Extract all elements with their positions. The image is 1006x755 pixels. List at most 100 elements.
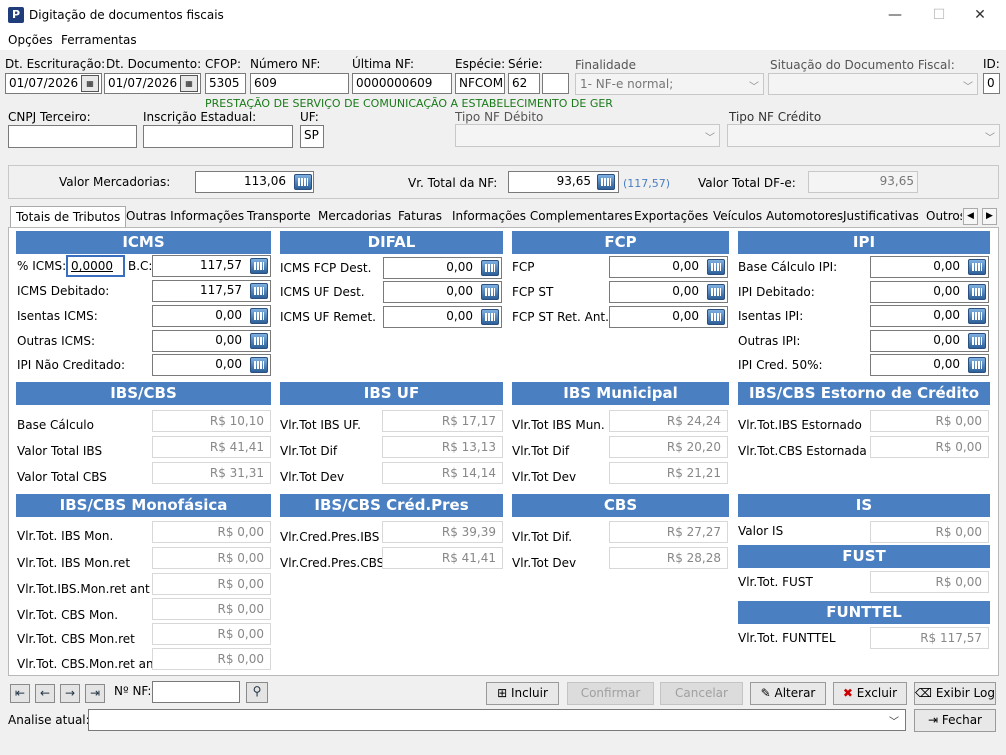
inscricao-estadual-label: Inscrição Estadual: (143, 110, 257, 124)
tab-exportacoes[interactable]: Exportações (634, 206, 708, 228)
icms-header: ICMS (16, 231, 271, 254)
id-input[interactable]: 0 (983, 73, 1000, 94)
ibscbs-header: IBS/CBS (16, 382, 271, 405)
pct-icms-input[interactable]: 0,0000 (66, 255, 125, 277)
ibscbs-row-1-label: Valor Total IBS (17, 444, 103, 458)
numero-nf-input[interactable]: 609 (250, 73, 349, 94)
incluir-button[interactable]: ⊞ Incluir (486, 682, 559, 705)
exibir-log-button[interactable]: ⌫ Exibir Log (914, 682, 996, 705)
mono-value: R$ 0,00 (152, 521, 271, 543)
calculator-icon[interactable] (250, 308, 268, 324)
calculator-icon[interactable] (968, 259, 986, 275)
mono-header: IBS/CBS Monofásica (16, 494, 271, 517)
tab-scroll-left-icon[interactable]: ◀ (963, 208, 978, 225)
tipo-nf-debito-select[interactable]: ﹀ (455, 124, 720, 147)
ibscbs-value: R$ 10,10 (152, 410, 271, 432)
menu-opcoes[interactable]: Opções (8, 33, 53, 47)
previous-record-icon[interactable]: ← (35, 684, 55, 703)
calculator-icon[interactable] (481, 260, 499, 276)
calculator-icon[interactable] (250, 357, 268, 373)
ibscbs-value: R$ 41,41 (152, 436, 271, 458)
tab-scroll-right-icon[interactable]: ▶ (982, 208, 997, 225)
ultima-nf-input[interactable]: 0000000609 (352, 73, 452, 94)
analise-select[interactable]: ﹀ (88, 709, 906, 731)
calculator-icon[interactable] (707, 284, 725, 300)
tab-outros[interactable]: Outros (926, 206, 962, 228)
vr-total-nf-hint: (117,57) (623, 177, 671, 190)
last-record-icon[interactable]: ⇥ (85, 684, 105, 703)
first-record-icon[interactable]: ⇤ (10, 684, 30, 703)
tab-justificativas[interactable]: Justificativas (843, 206, 919, 228)
situacao-select[interactable]: ﹀ (768, 73, 978, 95)
calculator-icon[interactable] (707, 259, 725, 275)
fechar-button[interactable]: ⇥ Fechar (914, 709, 996, 732)
funttel-value: R$ 117,57 (870, 627, 989, 649)
calendar-icon[interactable]: ▦ (180, 75, 198, 92)
serie-input[interactable]: 62 (508, 73, 540, 94)
confirmar-button[interactable]: Confirmar (567, 682, 654, 705)
calculator-icon[interactable] (968, 357, 986, 373)
alterar-button[interactable]: ✎ Alterar (750, 682, 826, 705)
inscricao-estadual-input[interactable] (143, 125, 293, 148)
calculator-icon[interactable] (250, 283, 268, 299)
tab-veiculos-automotores[interactable]: Veículos Automotores (713, 206, 843, 228)
tab-totais-de-tributos[interactable]: Totais de Tributos (10, 206, 127, 228)
tab-informacoes-complementares[interactable]: Informações Complementares (452, 206, 633, 228)
numero-nf-label: Número NF: (250, 57, 321, 71)
chevron-down-icon: ﹀ (963, 82, 973, 93)
especie-input[interactable]: NFCOM (455, 73, 505, 94)
uf-input[interactable]: SP (300, 125, 324, 148)
valor-total-dfe-label: Valor Total DF-e: (698, 176, 796, 190)
is-header: IS (738, 494, 990, 517)
cnpj-terceiro-label: CNPJ Terceiro: (8, 110, 91, 124)
calculator-icon[interactable] (597, 174, 615, 190)
ipi-row-4-label: IPI Cred. 50%: (738, 358, 823, 372)
calculator-icon[interactable] (250, 333, 268, 349)
ibsuf-value: R$ 13,13 (382, 436, 503, 458)
tipo-nf-credito-select[interactable]: ﹀ (727, 124, 1000, 147)
serie-extra-input[interactable] (542, 73, 569, 94)
analise-label: Analise atual: (8, 713, 90, 727)
calculator-icon[interactable] (968, 333, 986, 349)
difal-header: DIFAL (280, 231, 503, 254)
ipi-row-2-label: Isentas IPI: (738, 309, 804, 323)
cfop-input[interactable]: 5305 (205, 73, 246, 94)
maximize-button[interactable]: ☐ (929, 5, 949, 25)
tab-mercadorias[interactable]: Mercadorias (318, 206, 391, 228)
ibsuf-row-2-label: Vlr.Tot Dev (280, 470, 345, 484)
calculator-icon[interactable] (707, 309, 725, 325)
tab-faturas[interactable]: Faturas (398, 206, 442, 228)
chevron-down-icon: ﹀ (889, 717, 899, 728)
finalidade-select[interactable]: 1- NF-e normal; ﹀ (575, 73, 764, 95)
ibsmun-row-0-label: Vlr.Tot IBS Mun. (512, 418, 605, 432)
minimize-button[interactable]: — (885, 5, 905, 25)
ibsmun-value: R$ 20,20 (609, 436, 728, 458)
excluir-button[interactable]: ✖ Excluir (833, 682, 907, 705)
ibsuf-value: R$ 14,14 (382, 462, 503, 484)
calculator-icon[interactable] (968, 284, 986, 300)
tab-outras-informacoes[interactable]: Outras Informações (126, 206, 244, 228)
calculator-icon[interactable] (968, 308, 986, 324)
cbs-value: R$ 27,27 (609, 521, 728, 543)
calculator-icon[interactable] (250, 258, 268, 274)
cnpj-terceiro-input[interactable] (8, 125, 137, 148)
cancelar-button[interactable]: Cancelar (660, 682, 743, 705)
menu-ferramentas[interactable]: Ferramentas (61, 33, 137, 47)
mono-row-5-label: Vlr.Tot. CBS.Mon.ret ant (17, 657, 159, 671)
delete-icon: ✖ (842, 686, 857, 700)
valor-mercadorias-label: Valor Mercadorias: (59, 175, 171, 189)
ibsmun-value: R$ 21,21 (609, 462, 728, 484)
calculator-icon[interactable] (481, 309, 499, 325)
next-record-icon[interactable]: → (60, 684, 80, 703)
calendar-icon[interactable]: ▦ (81, 75, 99, 92)
calculator-icon[interactable] (481, 284, 499, 300)
calculator-icon[interactable] (294, 174, 312, 190)
close-button[interactable]: ✕ (970, 5, 990, 25)
tab-transporte[interactable]: Transporte (247, 206, 311, 228)
search-icon[interactable]: ⚲ (246, 682, 268, 703)
dt-escrituracao-label: Dt. Escrituração: (5, 57, 106, 71)
mono-row-3-label: Vlr.Tot. CBS Mon. (17, 608, 119, 622)
nf-search-input[interactable] (152, 681, 240, 703)
tipo-nf-debito-label: Tipo NF Débito (455, 110, 544, 124)
ibscbs-row-0-label: Base Cálculo (17, 418, 94, 432)
